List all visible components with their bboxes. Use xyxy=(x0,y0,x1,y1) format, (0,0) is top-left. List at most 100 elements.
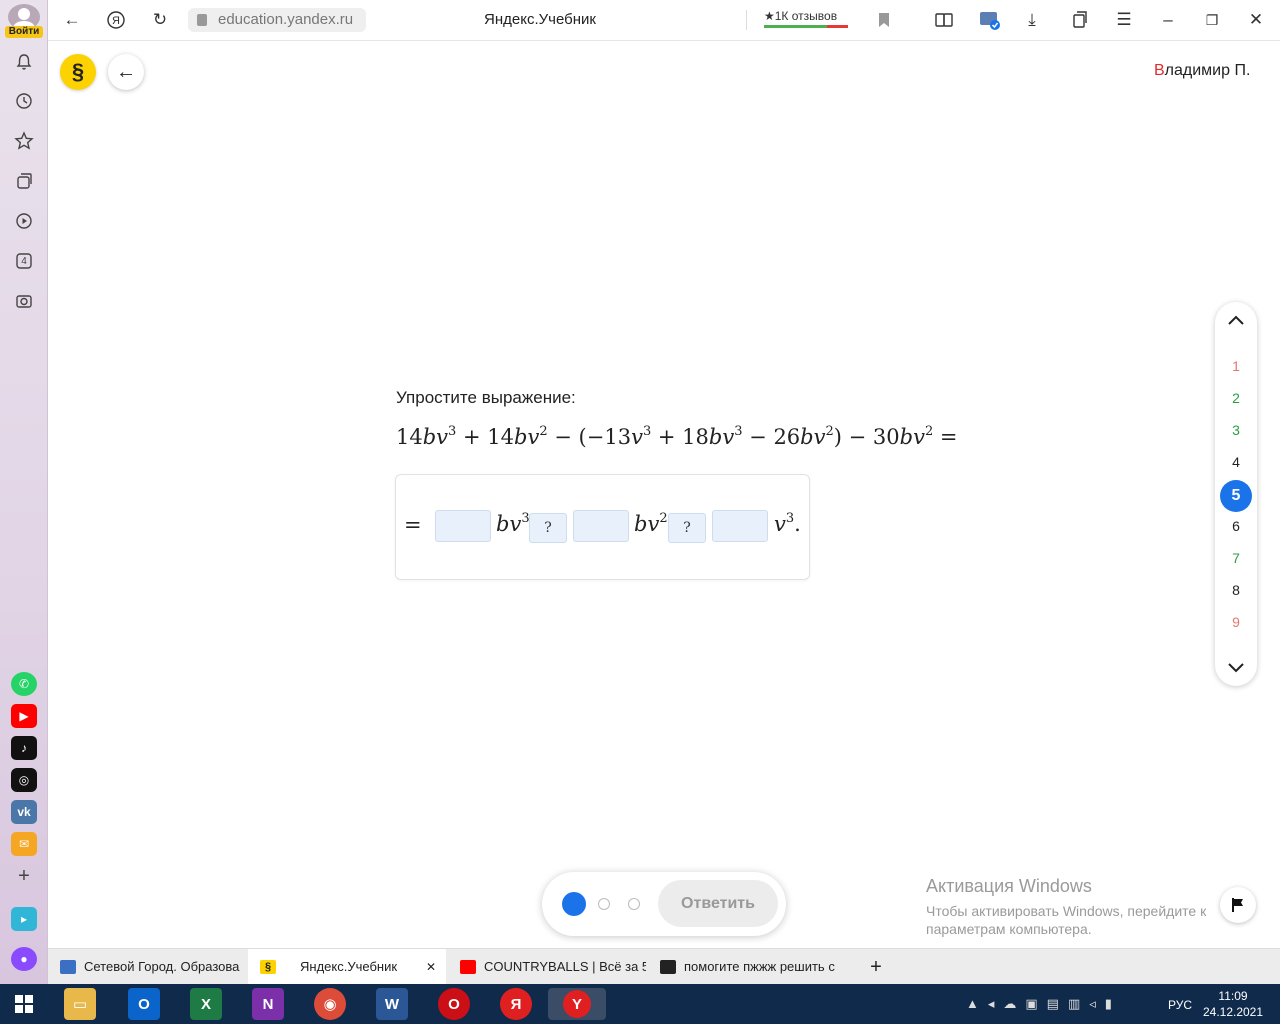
language-indicator[interactable]: РУС xyxy=(1168,998,1192,1012)
sign-select-1[interactable]: ? xyxy=(529,513,567,543)
yandex-browser-icon[interactable]: Y xyxy=(548,988,606,1020)
mail-icon[interactable]: ✉ xyxy=(11,832,37,856)
alice-icon[interactable]: ● xyxy=(11,947,37,971)
watermark-title: Активация Windows xyxy=(926,876,1092,896)
tab-close-icon[interactable]: ✕ xyxy=(426,949,436,985)
task-instruction: Упростите выражение: xyxy=(396,388,576,407)
chrome-icon[interactable]: ◉ xyxy=(314,988,346,1020)
tabs-overview-icon[interactable] xyxy=(1068,8,1092,32)
nav-down-button[interactable] xyxy=(1215,658,1257,679)
new-tab-button[interactable]: + xyxy=(864,949,888,985)
restore-icon[interactable]: ❐ xyxy=(1200,8,1224,32)
question-navigator: 1 2 3 4 5 6 7 8 9 xyxy=(1215,302,1257,686)
svg-text:Я: Я xyxy=(112,15,120,27)
url-text: education.yandex.ru xyxy=(218,11,354,28)
yandex-home-icon[interactable]: Я xyxy=(104,8,128,32)
question-4[interactable]: 4 xyxy=(1215,454,1257,470)
tiktok-icon[interactable]: ♪ xyxy=(11,736,37,760)
question-8[interactable]: 8 xyxy=(1215,582,1257,598)
video-play-icon[interactable] xyxy=(12,209,36,233)
nav-up-button[interactable] xyxy=(1215,310,1257,331)
progress-dot xyxy=(598,898,610,910)
file-explorer-icon[interactable]: ▭ xyxy=(64,988,96,1020)
menu-icon[interactable]: ☰ xyxy=(1112,8,1136,32)
coefficient-input-1[interactable] xyxy=(435,510,491,542)
watermark-line-2: Чтобы активировать Windows, перейдите к xyxy=(926,903,1207,919)
collections-toolbar-icon[interactable] xyxy=(932,8,956,32)
youtube-favicon xyxy=(460,960,476,974)
browser-sidebar: Войти 4 ✆ ▶ ♪ ◎ vk ✉ + ▸ ● xyxy=(0,0,48,984)
answer-card: = bv3 ? bv2 ? v3. xyxy=(395,474,810,580)
gallery-extension-icon[interactable] xyxy=(978,8,1002,32)
app-logo[interactable]: § xyxy=(60,54,96,90)
divider xyxy=(746,10,747,30)
page-title: Яндекс.Учебник xyxy=(484,11,596,28)
question-3[interactable]: 3 xyxy=(1215,422,1257,438)
progress-dot xyxy=(628,898,640,910)
refresh-icon[interactable]: ↻ xyxy=(148,8,172,32)
address-bar[interactable]: education.yandex.ru xyxy=(188,8,366,32)
user-name-rest: ладимир П. xyxy=(1164,62,1251,79)
answer-equals: = xyxy=(404,513,422,537)
widget-number-icon[interactable]: 4 xyxy=(12,249,36,273)
watermark-line-3: параметрам компьютера. xyxy=(926,921,1092,937)
question-7[interactable]: 7 xyxy=(1215,550,1257,566)
youtube-icon[interactable]: ▶ xyxy=(11,704,37,728)
vk-icon[interactable]: vk xyxy=(11,800,37,824)
browser-toolbar: ← Я ↻ education.yandex.ru Яндекс.Учебник… xyxy=(48,0,1280,41)
submit-answer-button[interactable]: Ответить xyxy=(658,880,778,927)
system-clock[interactable]: 11:09 24.12.2021 xyxy=(1200,988,1266,1020)
reviews-badge[interactable]: ★1К отзывов xyxy=(764,9,848,28)
camera-app-icon[interactable]: ◎ xyxy=(11,768,37,792)
whatsapp-icon[interactable]: ✆ xyxy=(11,672,37,696)
back-arrow-icon[interactable]: ← xyxy=(60,8,84,32)
browser-tab-strip: Сетевой Город. Образова § Яндекс.Учебник… xyxy=(48,948,1280,985)
opera-icon[interactable]: O xyxy=(438,988,470,1020)
site-favicon xyxy=(60,960,76,974)
widget-number: 4 xyxy=(21,255,27,267)
star-icon[interactable] xyxy=(12,129,36,153)
question-9[interactable]: 9 xyxy=(1215,614,1257,630)
excel-icon[interactable]: X xyxy=(190,988,222,1020)
sign-select-2[interactable]: ? xyxy=(668,513,706,543)
windows-start-icon[interactable] xyxy=(8,988,40,1020)
clock-time: 11:09 xyxy=(1218,989,1248,1003)
add-icon[interactable]: + xyxy=(11,864,37,888)
coefficient-input-3[interactable] xyxy=(712,510,768,542)
answer-term-2: bv2 xyxy=(634,511,668,536)
task-expression: 14bv3 + 14bv2 − (−13v3 + 18bv3 − 26bv2) … xyxy=(396,424,958,449)
bookmark-icon[interactable] xyxy=(872,8,896,32)
flag-icon xyxy=(1232,898,1243,912)
question-5-current[interactable]: 5 xyxy=(1220,480,1252,512)
question-2[interactable]: 2 xyxy=(1215,390,1257,406)
system-tray-icons[interactable]: ▲◂☁▣▤▥◃▮ xyxy=(966,996,1121,1012)
znanija-favicon xyxy=(660,960,676,974)
tab-znanija[interactable]: помогите пжжж решить с xyxy=(648,949,846,985)
minimize-icon[interactable]: – xyxy=(1156,8,1180,32)
history-icon[interactable] xyxy=(12,89,36,113)
bell-icon[interactable] xyxy=(12,50,36,74)
back-button[interactable]: ← xyxy=(108,54,144,90)
word-icon[interactable]: W xyxy=(376,988,408,1020)
yandex-icon[interactable]: Я xyxy=(500,988,532,1020)
report-flag-button[interactable] xyxy=(1220,887,1256,923)
user-name[interactable]: Владимир П. xyxy=(1154,62,1250,80)
question-6[interactable]: 6 xyxy=(1215,518,1257,534)
progress-dot-active xyxy=(562,892,586,916)
lock-icon xyxy=(197,14,207,26)
onenote-icon[interactable]: N xyxy=(252,988,284,1020)
tab-yandex-uchebnik[interactable]: § Яндекс.Учебник ✕ xyxy=(248,949,446,985)
reviews-text: ★1К отзывов xyxy=(764,9,838,23)
tab-setevoy-gorod[interactable]: Сетевой Город. Образова xyxy=(48,949,246,985)
coefficient-input-2[interactable] xyxy=(573,510,629,542)
tab-countryballs[interactable]: COUNTRYBALLS | Всё за 5 xyxy=(448,949,646,985)
windows-taskbar: ▭ O X N ◉ W O Я Y ▲◂☁▣▤▥◃▮ РУС 11:09 24.… xyxy=(0,984,1280,1024)
login-badge[interactable]: Войти xyxy=(5,26,43,38)
outlook-icon[interactable]: O xyxy=(128,988,160,1020)
question-1[interactable]: 1 xyxy=(1215,358,1257,374)
download-icon[interactable]: ⤓ xyxy=(1020,8,1044,32)
close-window-icon[interactable]: ✕ xyxy=(1244,8,1268,32)
collections-icon[interactable] xyxy=(12,169,36,193)
screenshot-icon[interactable] xyxy=(12,289,36,313)
messenger-icon[interactable]: ▸ xyxy=(11,907,37,931)
